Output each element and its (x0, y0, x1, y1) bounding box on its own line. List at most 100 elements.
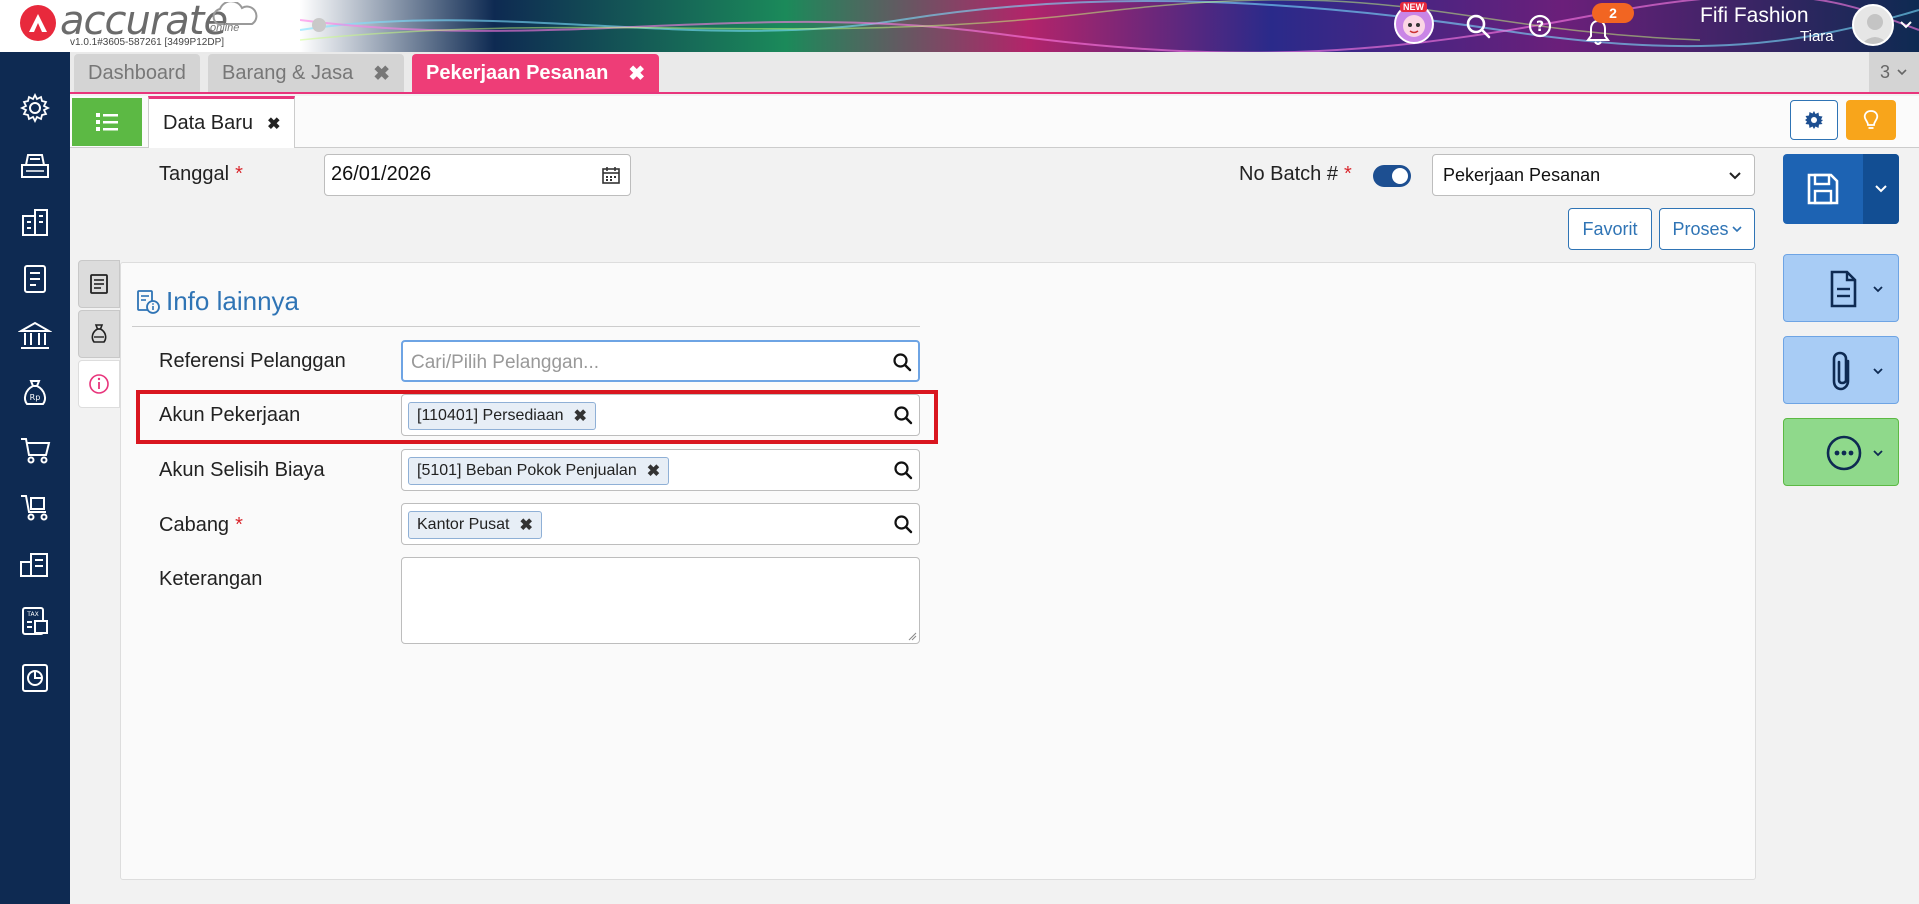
panel-title: Info lainnya (136, 286, 299, 317)
proses-button[interactable]: Proses (1659, 208, 1755, 250)
sidebar-item-bank[interactable] (0, 308, 70, 364)
search-icon (1466, 14, 1491, 39)
cabang-input[interactable]: Kantor Pusat ✖ (401, 503, 920, 545)
chevron-down-icon (1873, 286, 1883, 293)
referensi-pelanggan-input[interactable]: Cari/Pilih Pelanggan... (401, 340, 920, 382)
batch-toggle[interactable] (1373, 165, 1411, 187)
help-icon: ? (1528, 14, 1552, 38)
cart-icon (21, 438, 51, 464)
sidebar-item-inventory[interactable] (0, 536, 70, 592)
sidebar-item-company[interactable] (0, 194, 70, 250)
vtab-detail[interactable] (78, 260, 120, 308)
new-badge: NEW (1400, 2, 1427, 12)
vtab-info-lainnya[interactable] (78, 360, 120, 408)
tab-label: Dashboard (88, 61, 186, 84)
cash-register-icon (21, 154, 49, 178)
chevron-down-icon (1873, 450, 1883, 457)
logo-text: accurate (60, 0, 228, 44)
left-sidebar: Rp TAX (0, 52, 70, 904)
remove-tag-icon[interactable]: ✖ (520, 515, 533, 535)
favorit-button[interactable]: Favorit (1568, 208, 1652, 250)
print-document-button[interactable] (1783, 254, 1899, 322)
shopping-trolley-icon (21, 495, 48, 521)
tips-button[interactable] (1846, 100, 1896, 140)
sidebar-item-ledger[interactable] (0, 251, 70, 307)
attachment-button[interactable] (1783, 336, 1899, 404)
sidebar-item-tax[interactable]: TAX (0, 593, 70, 649)
tag-label: [5101] Beban Pokok Penjualan (417, 462, 637, 479)
tab-label: Barang & Jasa (222, 61, 354, 84)
paperclip-icon (1832, 351, 1850, 391)
money-bag-icon: Rp (24, 380, 46, 405)
save-options-dropdown[interactable] (1863, 154, 1899, 224)
akun-selisih-label: Akun Selisih Biaya (159, 459, 325, 481)
search-icon[interactable] (892, 352, 912, 372)
close-icon[interactable]: ✖ (267, 114, 280, 134)
vtab-cost[interactable] (78, 310, 120, 358)
referensi-label: Referensi Pelanggan (159, 350, 346, 372)
status-dot-icon (312, 18, 326, 32)
keterangan-textarea[interactable] (401, 557, 920, 644)
form-settings-button[interactable] (1790, 100, 1838, 140)
user-avatar[interactable] (1852, 4, 1894, 46)
search-button[interactable] (1460, 8, 1496, 44)
bank-icon (18, 321, 52, 349)
chevron-down-icon (1875, 185, 1887, 193)
tab-data-baru[interactable]: Data Baru ✖ (148, 96, 296, 148)
info-lainnya-panel (120, 262, 1756, 880)
proses-label: Proses (1672, 218, 1729, 239)
sidebar-item-purchase[interactable] (0, 479, 70, 535)
header-wave-decoration (300, 0, 1919, 52)
tab-dashboard[interactable]: Dashboard (74, 54, 200, 92)
document-icon (90, 274, 108, 294)
date-field[interactable]: 26/01/2026 (324, 154, 631, 196)
info-icon (89, 374, 109, 394)
sidebar-item-reports[interactable] (0, 650, 70, 706)
batch-select[interactable]: Pekerjaan Pesanan (1432, 154, 1755, 196)
help-button[interactable]: ? (1522, 8, 1558, 44)
svg-text:TAX: TAX (26, 611, 38, 618)
referensi-placeholder: Cari/Pilih Pelanggan... (411, 352, 599, 373)
more-actions-button[interactable] (1783, 418, 1899, 486)
tab-count-dropdown[interactable]: 3 (1869, 52, 1919, 92)
resize-handle-icon[interactable] (907, 631, 917, 641)
chevron-down-icon (1897, 69, 1907, 76)
sidebar-item-sales[interactable] (0, 422, 70, 478)
search-icon[interactable] (893, 514, 913, 534)
chevron-down-icon (1729, 172, 1741, 180)
favorit-label: Favorit (1582, 218, 1638, 239)
building-icon (22, 209, 48, 236)
user-menu-chevron-icon[interactable] (1899, 20, 1913, 30)
version-text: v1.0.1#3605-587261 [3499P12DP] (70, 37, 225, 48)
report-chart-icon (22, 664, 48, 692)
calendar-icon[interactable] (602, 166, 620, 184)
panel-title-text: Info lainnya (166, 286, 299, 316)
remove-tag-icon[interactable]: ✖ (647, 461, 660, 481)
sidebar-item-sales-register[interactable] (0, 137, 70, 193)
date-value: 26/01/2026 (331, 163, 432, 185)
selected-tag: [5101] Beban Pokok Penjualan ✖ (408, 457, 670, 485)
user-name: Tiara (1800, 28, 1834, 45)
tab-pekerjaan-pesanan[interactable]: Pekerjaan Pesanan ✖ (412, 54, 660, 92)
tab-label: Pekerjaan Pesanan (426, 61, 609, 84)
close-icon[interactable]: ✖ (373, 61, 390, 86)
chevron-down-icon (1873, 368, 1883, 375)
akun-selisih-biaya-input[interactable]: [5101] Beban Pokok Penjualan ✖ (401, 449, 920, 491)
save-button[interactable] (1783, 154, 1899, 224)
tax-document-icon: TAX (22, 607, 48, 635)
tab-barang-jasa[interactable]: Barang & Jasa ✖ (208, 54, 404, 92)
list-icon (96, 113, 118, 131)
sidebar-item-receivables[interactable]: Rp (0, 365, 70, 421)
save-icon (1807, 173, 1839, 205)
money-bag-icon (91, 324, 107, 343)
list-view-button[interactable] (72, 98, 142, 146)
top-header: accurate online v1.0.1#3605-587261 [3499… (0, 0, 1919, 52)
close-icon[interactable]: ✖ (628, 61, 645, 86)
chevron-down-icon (1731, 226, 1742, 233)
gear-icon (1805, 111, 1823, 129)
logo-sub-text: online (210, 22, 240, 34)
batch-select-value: Pekerjaan Pesanan (1443, 165, 1601, 185)
search-icon[interactable] (893, 460, 913, 480)
form-subheader: Data Baru ✖ (70, 96, 1919, 148)
sidebar-item-settings[interactable] (0, 80, 70, 136)
